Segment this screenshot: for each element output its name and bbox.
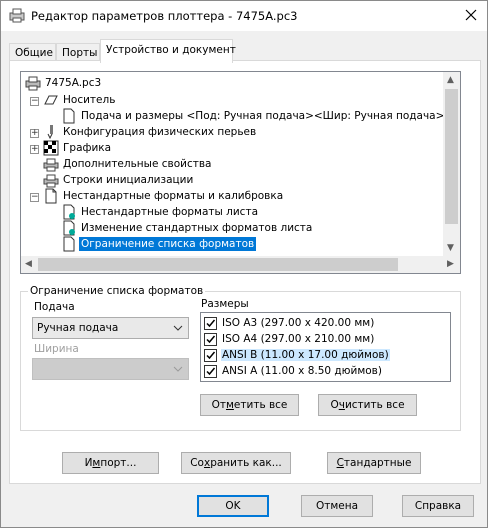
modify-sheet-icon <box>61 220 77 236</box>
tree-item-custom-sheet[interactable]: Нестандартные форматы листа <box>61 204 260 220</box>
button-text-accel: м <box>226 399 234 411</box>
button-text: От <box>211 399 226 411</box>
source-value: Ручная подача <box>37 322 119 334</box>
window-title: Редактор параметров плоттера - 7475A.pc3 <box>31 9 298 23</box>
plotter-app-icon <box>9 8 25 23</box>
tree-item-media[interactable]: Носитель <box>43 92 117 108</box>
scroll-down-icon[interactable]: ▼ <box>447 243 454 253</box>
size-item-label: ISO A3 (297.00 x 420.00 мм) <box>222 317 375 329</box>
checkbox[interactable] <box>204 364 217 378</box>
tree-item-label: Ограничение списка форматов <box>77 236 258 252</box>
tab-device-document-label: Устройство и документ <box>106 44 236 56</box>
tree-item-label: Конфигурация физических перьев <box>63 126 257 138</box>
media-icon <box>43 92 59 108</box>
tree-item-label: Дополнительные свойства <box>63 158 212 170</box>
scroll-thumb[interactable] <box>38 258 398 271</box>
checkbox[interactable] <box>204 316 217 330</box>
tab-general-label: Общие <box>15 47 53 59</box>
tree-horizontal-scrollbar[interactable]: ◀ ▶ <box>21 256 460 273</box>
defaults-button[interactable]: Стандартные <box>327 452 421 474</box>
tree-item-label: Строки инициализации <box>63 174 194 186</box>
check-all-button[interactable]: Отметить все <box>200 394 299 416</box>
ok-button[interactable]: OK <box>197 495 269 517</box>
document-icon <box>61 108 77 124</box>
title-bar: Редактор параметров плоттера - 7475A.pc3 <box>1 1 487 31</box>
tree-item-label: Изменение стандартных форматов листа <box>81 222 313 234</box>
help-button[interactable]: Справка <box>402 495 474 517</box>
settings-tree[interactable]: 7475A.pc3 − Носитель Подача и размеры <П… <box>20 71 461 274</box>
chevron-down-icon <box>173 364 183 374</box>
tree-item-label: 7475A.pc3 <box>45 77 102 89</box>
tree-item-label: Нестандартные форматы листа <box>81 206 258 218</box>
scroll-right-icon[interactable]: ▶ <box>447 259 454 269</box>
button-text: ранить как... <box>210 457 282 469</box>
size-item-iso-a4[interactable]: ISO A4 (297.00 x 210.00 мм) <box>204 331 375 347</box>
tree-item-label: Подача и размеры <Под: Ручная подача><Ши… <box>81 110 461 122</box>
expand-icon[interactable]: + <box>30 129 39 138</box>
button-text: Отмена <box>315 500 359 512</box>
collapse-icon[interactable]: − <box>30 193 39 202</box>
document-icon <box>43 188 59 204</box>
scroll-thumb[interactable] <box>445 89 458 224</box>
plotter-config-dialog: Редактор параметров плоттера - 7475A.pc3… <box>0 0 488 528</box>
close-icon[interactable] <box>463 7 479 23</box>
tree-item-root[interactable]: 7475A.pc3 <box>25 75 103 91</box>
size-item-label: ANSI B (11.00 x 17.00 дюймов) <box>221 349 390 361</box>
tree-item-label: Графика <box>63 142 112 154</box>
source-dropdown[interactable]: Ручная подача <box>32 317 189 339</box>
group-legend: Ограничение списка форматов <box>28 285 206 297</box>
size-item-ansi-a[interactable]: ANSI A (11.00 x 8.50 дюймов) <box>204 363 383 379</box>
button-text: Со <box>190 457 204 469</box>
button-text: О <box>330 399 339 411</box>
size-item-label: ISO A4 (297.00 x 210.00 мм) <box>222 333 375 345</box>
width-label: Ширина <box>34 343 79 355</box>
tree-item-label: Нестандартные форматы и калибровка <box>63 190 284 202</box>
custom-sheet-icon <box>61 204 77 220</box>
clear-all-button[interactable]: Очистить все <box>318 394 417 416</box>
tree-vertical-scrollbar[interactable]: ▲ ▼ <box>443 72 460 257</box>
chevron-down-icon <box>173 323 183 333</box>
tree-item-init-strings[interactable]: Строки инициализации <box>43 172 195 188</box>
scroll-up-icon[interactable]: ▲ <box>447 75 454 85</box>
size-item-iso-a3[interactable]: ISO A3 (297.00 x 420.00 мм) <box>204 315 375 331</box>
graphics-icon <box>43 140 59 156</box>
button-text-accel: С <box>336 457 344 469</box>
button-text: OK <box>225 500 241 512</box>
save-as-button[interactable]: Сохранить как... <box>181 452 291 474</box>
tree-item-label: Носитель <box>63 94 116 106</box>
tree-item-source-size[interactable]: Подача и размеры <Под: Ручная подача><Ши… <box>61 108 461 124</box>
document-icon <box>61 236 77 252</box>
tree-item-custom-properties[interactable]: Дополнительные свойства <box>43 156 213 172</box>
checkbox[interactable] <box>204 332 217 346</box>
import-button[interactable]: Импорт... <box>62 452 159 474</box>
strings-icon <box>43 172 59 188</box>
button-text: етить все <box>233 399 288 411</box>
checkbox[interactable] <box>204 348 217 362</box>
tree-item-modify-sheet[interactable]: Изменение стандартных форматов листа <box>61 220 314 236</box>
tab-ports-label: Порты <box>62 47 98 59</box>
button-text: порт... <box>100 457 137 469</box>
tree-item-filter-sizes[interactable]: Ограничение списка форматов <box>61 236 258 252</box>
plotter-icon <box>25 75 41 91</box>
expand-icon[interactable]: + <box>30 145 39 154</box>
properties-icon <box>43 156 59 172</box>
button-text: тандартные <box>343 457 412 469</box>
tab-device-document[interactable]: Устройство и документ <box>100 39 236 63</box>
tree-item-pen-config[interactable]: Конфигурация физических перьев <box>43 124 258 140</box>
collapse-icon[interactable]: − <box>30 97 39 106</box>
source-label: Подача <box>34 301 75 313</box>
sizes-list[interactable]: ISO A3 (297.00 x 420.00 мм) ISO A4 (297.… <box>200 312 451 382</box>
pen-icon <box>43 124 59 140</box>
scroll-left-icon[interactable]: ◀ <box>25 259 32 269</box>
cancel-button[interactable]: Отмена <box>301 495 373 517</box>
button-text: истить все <box>344 399 405 411</box>
sizes-label: Размеры <box>201 298 249 310</box>
size-item-label: ANSI A (11.00 x 8.50 дюймов) <box>222 365 382 377</box>
tree-item-graphics[interactable]: Графика <box>43 140 113 156</box>
size-item-ansi-b[interactable]: ANSI B (11.00 x 17.00 дюймов) <box>204 347 390 363</box>
button-text: Справка <box>414 500 462 512</box>
width-dropdown[interactable] <box>32 358 189 380</box>
tree-item-custom-sizes[interactable]: Нестандартные форматы и калибровка <box>43 188 285 204</box>
